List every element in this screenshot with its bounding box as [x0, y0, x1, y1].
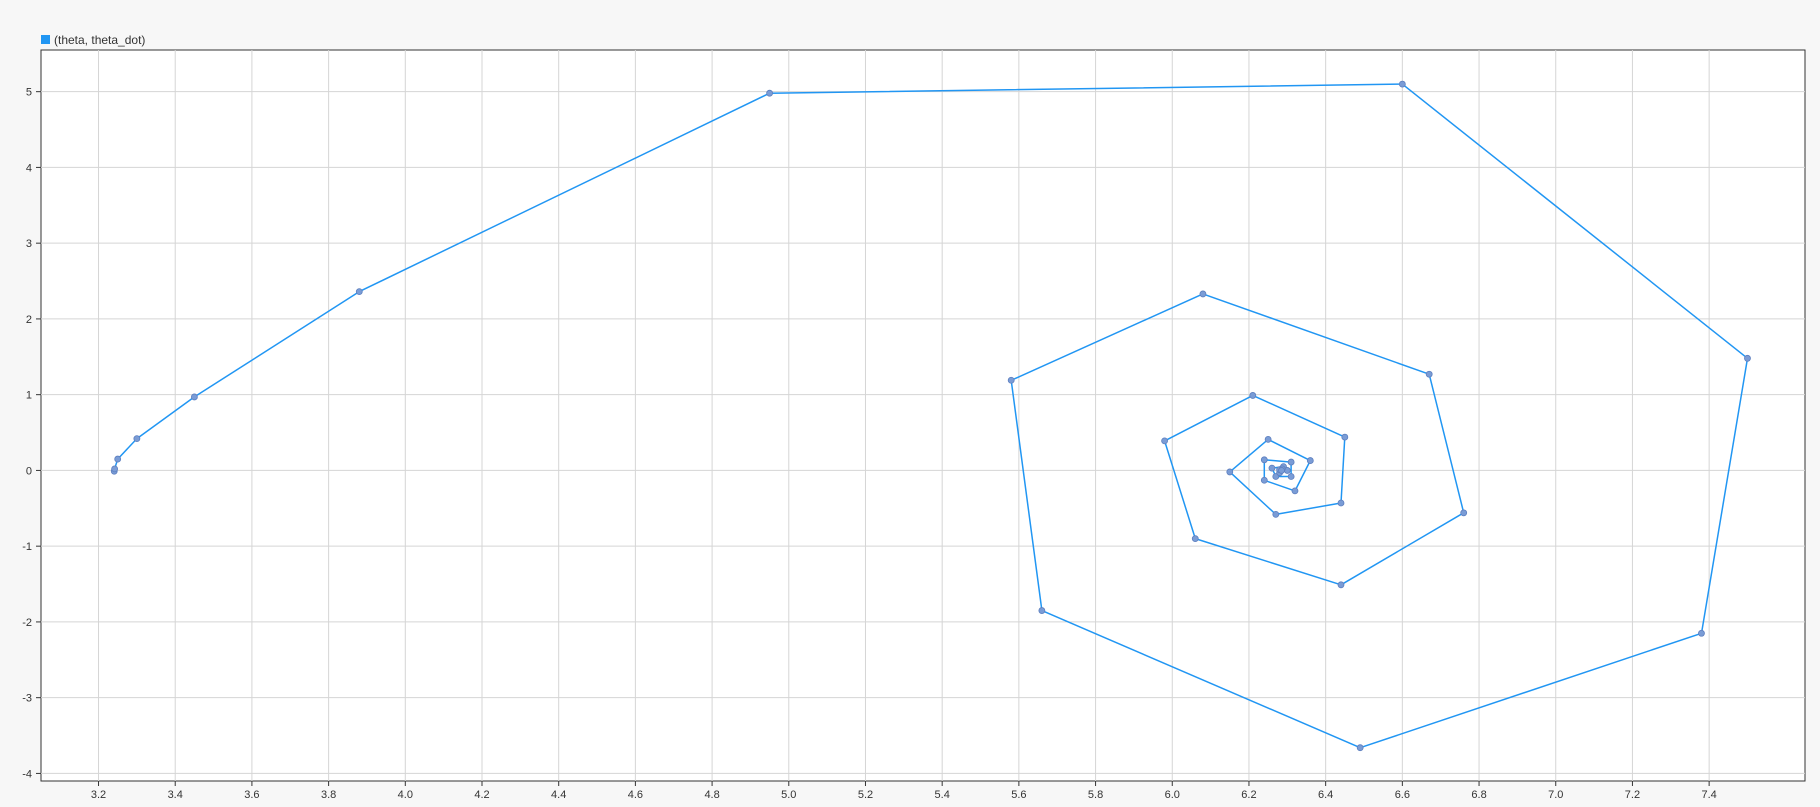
x-tick-label: 5.6 — [1011, 789, 1026, 801]
x-tick-label: 4.8 — [704, 789, 719, 801]
data-point[interactable] — [1425, 370, 1433, 378]
x-tick-label: 7.0 — [1548, 789, 1563, 801]
data-point[interactable] — [1249, 392, 1257, 399]
data-point[interactable] — [133, 435, 141, 443]
x-tick-label: 7.4 — [1701, 789, 1716, 801]
data-point[interactable] — [1698, 629, 1705, 637]
x-tick-label: 6.6 — [1395, 789, 1410, 801]
data-point[interactable] — [1199, 290, 1207, 298]
x-tick-label: 3.8 — [321, 789, 336, 801]
y-tick-label: -1 — [22, 541, 32, 553]
data-point[interactable] — [1226, 468, 1234, 476]
plot-area — [40, 49, 1806, 782]
x-tick-label: 5.8 — [1088, 789, 1103, 801]
phase-plot: 3.2 3.4 3.6 3.8 4.0 4.2 4.4 4.6 4.8 5.0 5.2 5.4 5.6 5… — [22, 33, 1806, 801]
data-point[interactable] — [1306, 457, 1314, 464]
x-tick-label: 3.2 — [91, 789, 106, 801]
x-tick-label: 3.4 — [168, 789, 183, 801]
plot-frame — [40, 49, 1806, 782]
legend-label: (theta, theta_dot) — [54, 33, 145, 47]
y-tick-label: 3 — [26, 238, 32, 250]
data-point[interactable] — [1291, 487, 1299, 495]
y-axis-ticks: -4 -3 -2 -1 0 1 2 3 4 5 — [22, 87, 41, 780]
y-tick-label: -2 — [22, 617, 32, 629]
x-tick-label: 6.4 — [1318, 789, 1333, 801]
x-tick-label: 5.4 — [935, 789, 950, 801]
data-point[interactable] — [1356, 744, 1364, 752]
x-tick-label: 4.4 — [551, 789, 566, 801]
data-point[interactable] — [1038, 607, 1046, 614]
data-point[interactable] — [1264, 435, 1272, 443]
data-point[interactable] — [766, 89, 774, 97]
x-tick-label: 3.6 — [244, 789, 259, 801]
x-tick-label: 6.8 — [1471, 789, 1486, 801]
data-point[interactable] — [1161, 437, 1168, 445]
data-point[interactable] — [1260, 456, 1268, 464]
x-axis-ticks: 3.2 3.4 3.6 3.8 4.0 4.2 4.4 4.6 4.8 5.0 5.2 5.4 5.6 5… — [91, 781, 1717, 801]
data-point[interactable] — [1287, 473, 1295, 480]
y-tick-label: 0 — [26, 465, 32, 477]
y-tick-label: 2 — [26, 314, 32, 326]
data-point[interactable] — [1744, 354, 1751, 362]
x-tick-label: 6.0 — [1165, 789, 1180, 801]
x-tick-label: 5.0 — [781, 789, 796, 801]
data-point[interactable] — [1278, 467, 1285, 474]
x-tick-label: 7.2 — [1625, 789, 1640, 801]
y-tick-label: -4 — [22, 768, 32, 780]
chart-container: 3.2 3.4 3.6 3.8 4.0 4.2 4.4 4.6 4.8 5.0 5.2 5.4 5.6 5… — [0, 0, 1820, 807]
y-tick-label: 4 — [26, 162, 32, 174]
x-tick-label: 5.2 — [858, 789, 873, 801]
data-point[interactable] — [114, 455, 122, 463]
data-point[interactable] — [1460, 509, 1468, 517]
data-point[interactable] — [1398, 80, 1406, 88]
x-tick-label: 6.2 — [1241, 789, 1256, 801]
data-point[interactable] — [111, 465, 119, 473]
data-point[interactable] — [1287, 458, 1295, 466]
data-point[interactable] — [1337, 581, 1345, 589]
data-point[interactable] — [1272, 510, 1280, 518]
data-point[interactable] — [1191, 535, 1199, 542]
data-point[interactable] — [1341, 433, 1349, 441]
data-point[interactable] — [190, 393, 198, 401]
data-point[interactable] — [1260, 476, 1268, 484]
x-tick-label: 4.6 — [628, 789, 643, 801]
y-tick-label: 1 — [26, 390, 32, 402]
y-tick-label: 5 — [26, 87, 32, 99]
legend-swatch — [41, 35, 50, 44]
y-tick-label: -3 — [22, 693, 32, 705]
data-point[interactable] — [355, 288, 363, 296]
data-point[interactable] — [1337, 499, 1345, 507]
data-point[interactable] — [1268, 464, 1276, 472]
x-tick-label: 4.2 — [474, 789, 489, 801]
legend[interactable]: (theta, theta_dot) — [41, 33, 145, 47]
x-tick-label: 4.0 — [398, 789, 413, 801]
data-point[interactable] — [1007, 376, 1015, 384]
